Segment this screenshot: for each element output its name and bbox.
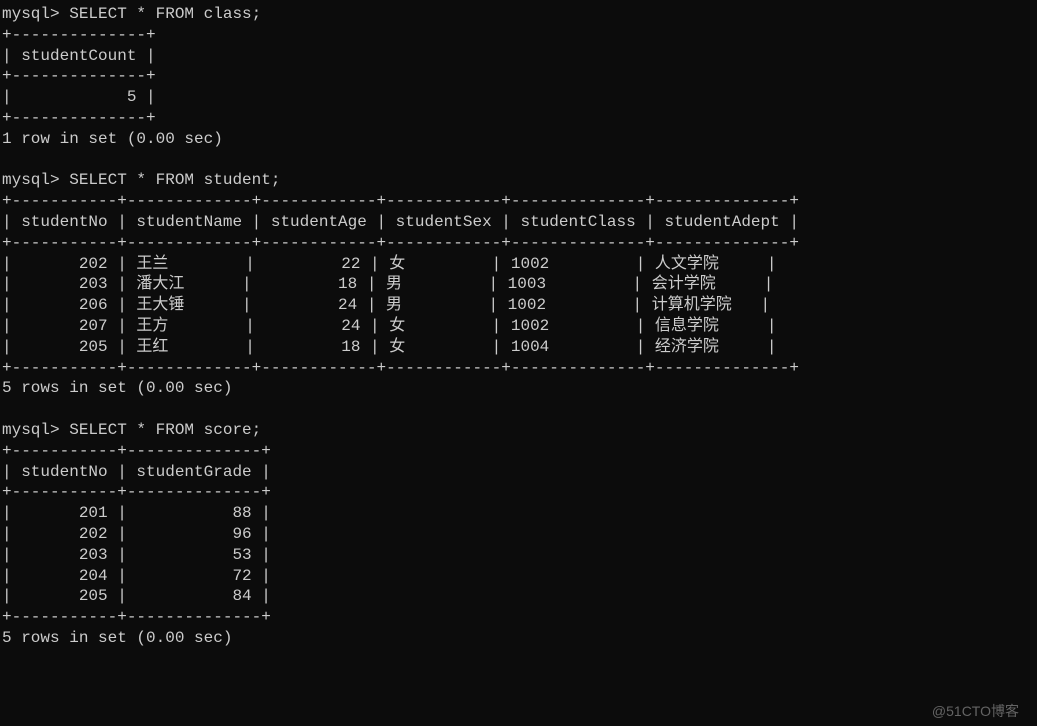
watermark: @51CTO博客 (932, 702, 1019, 720)
terminal-output[interactable]: mysql> SELECT * FROM class; +-----------… (0, 0, 1037, 653)
